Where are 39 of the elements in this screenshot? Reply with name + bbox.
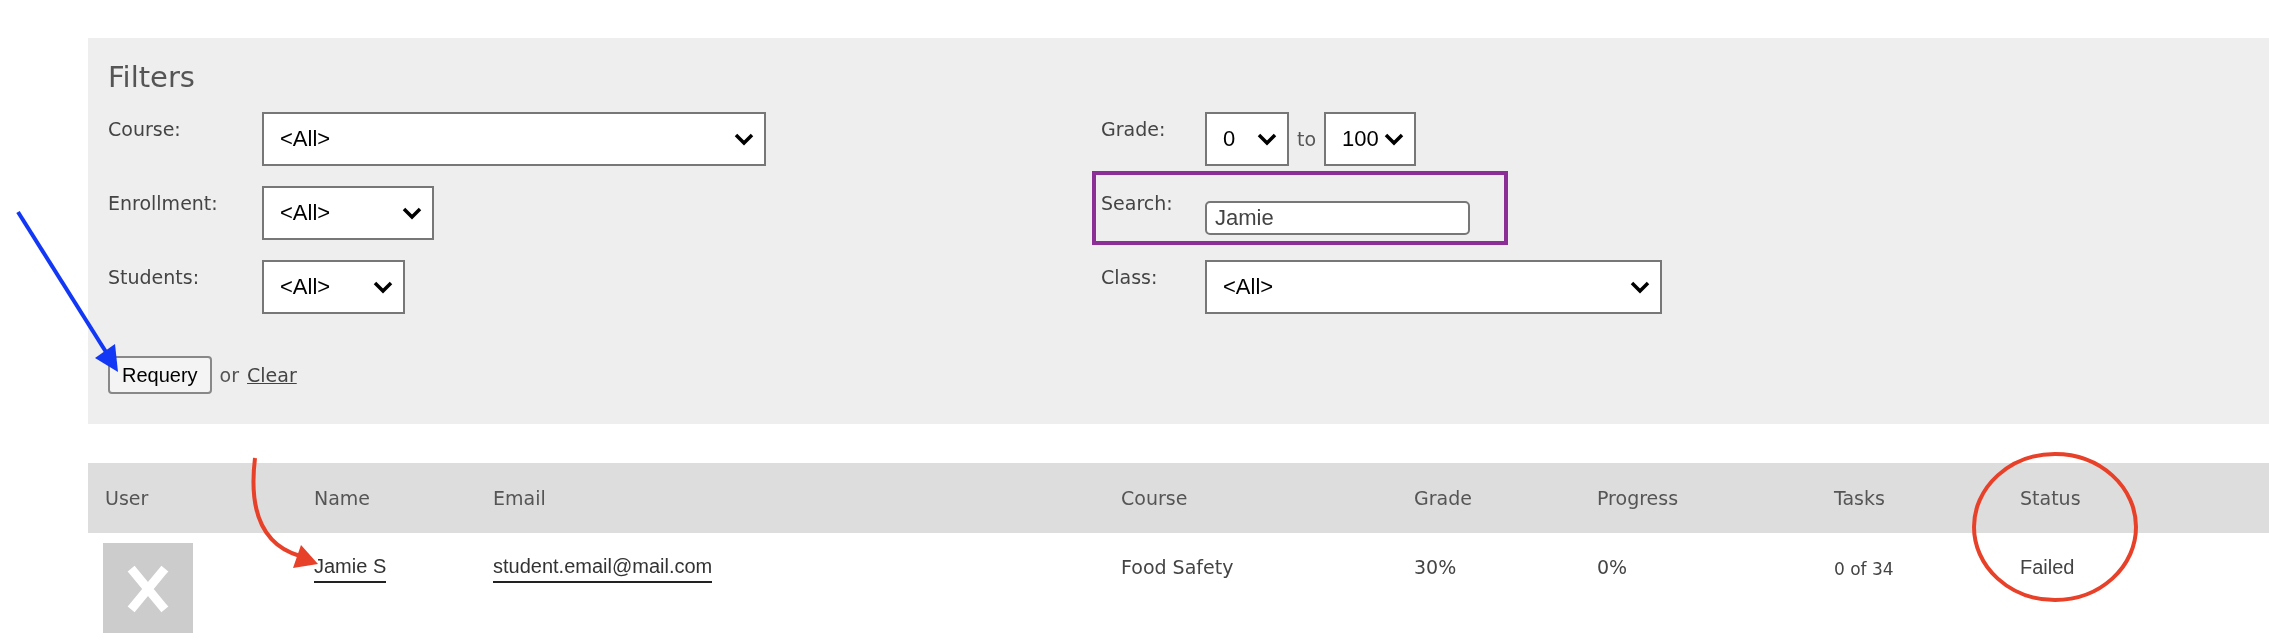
chevron-down-icon (1384, 132, 1405, 146)
chevron-down-icon (1630, 280, 1650, 294)
field-label: Class: (1101, 265, 1159, 288)
field-label: Grade: (1101, 117, 1167, 140)
table-cell-text: Food Safety (1121, 556, 1235, 578)
dropdown[interactable]: <All> (1205, 260, 1662, 314)
column-header: Course (1121, 487, 1189, 509)
field-label: Course: (108, 117, 182, 140)
dropdown[interactable]: <All> (262, 260, 405, 314)
field-label: Students: (108, 265, 201, 288)
clear-link[interactable]: Clear (247, 364, 297, 386)
range-separator: to (1297, 128, 1317, 150)
field-label: Enrollment: (108, 191, 219, 214)
chevron-down-icon (734, 132, 754, 146)
column-header: Progress (1597, 487, 1680, 509)
dropdown[interactable]: <All> (262, 112, 766, 166)
column-header: Grade (1414, 487, 1473, 509)
status-cell-text: Failed (2020, 556, 2076, 579)
table-cell-text: 0 of 34 (1834, 559, 1895, 579)
chevron-down-icon (1257, 132, 1277, 146)
column-header: User (105, 487, 150, 509)
or-text: or (219, 364, 240, 386)
column-header: Status (2020, 487, 2082, 509)
chevron-down-icon (373, 280, 393, 294)
column-header: Email (493, 487, 547, 509)
search-field[interactable]: Jamie (1205, 201, 1470, 235)
column-header: Name (314, 487, 372, 509)
requery-button[interactable]: Requery (108, 356, 212, 394)
column-header: Tasks (1834, 487, 1886, 509)
field-label: Search: (1101, 191, 1174, 214)
email-link[interactable]: student.email@mail.com (493, 555, 713, 583)
table-cell-text: 30% (1414, 556, 1458, 578)
chevron-down-icon (402, 206, 422, 220)
panel-title: Filters (108, 60, 196, 96)
table-cell-text: 0% (1597, 556, 1629, 578)
dropdown[interactable]: 0 (1205, 112, 1289, 166)
avatar-icon (103, 543, 193, 633)
dropdown[interactable]: <All> (262, 186, 434, 240)
dropdown[interactable]: 100 (1324, 112, 1417, 166)
